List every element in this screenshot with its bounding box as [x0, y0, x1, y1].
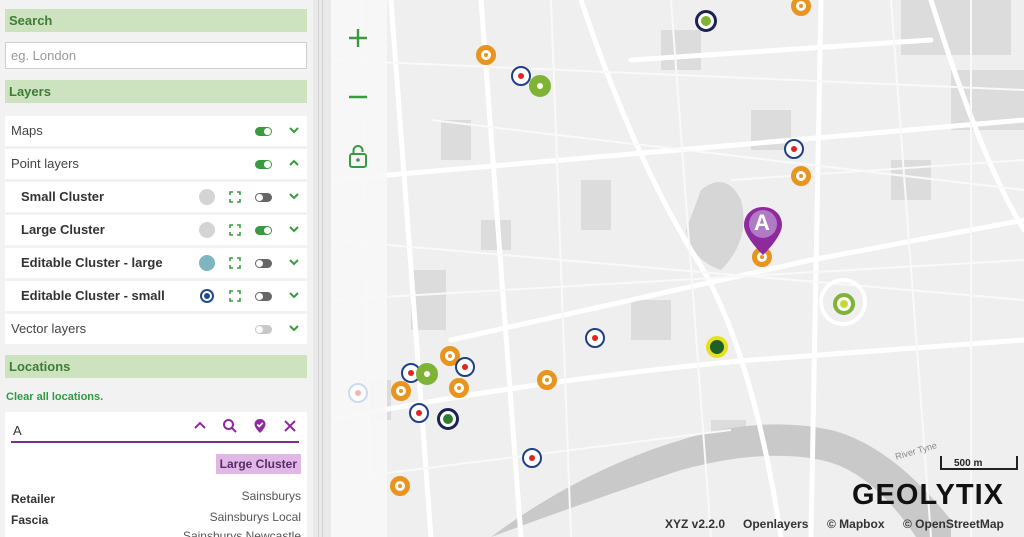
- map-marker-target[interactable]: [409, 403, 429, 423]
- layer-row-large-cluster[interactable]: Large Cluster: [5, 215, 307, 245]
- scale-label: 500 m: [954, 458, 983, 469]
- brand-logo: GEOLYTIX: [852, 479, 1004, 511]
- map-marker-yellow[interactable]: [706, 336, 728, 358]
- layer-row-vector-layers[interactable]: Vector layers: [5, 314, 307, 344]
- clear-locations-link[interactable]: Clear all locations.: [6, 391, 103, 403]
- map-marker-navy[interactable]: [437, 408, 459, 430]
- field-value: Sainsburys Local: [209, 510, 301, 524]
- chevron-down-icon[interactable]: [288, 223, 300, 235]
- fullscreen-icon[interactable]: [229, 257, 241, 269]
- map-marker-green[interactable]: [529, 75, 551, 97]
- attribution-version: XYZ v2.2.0: [665, 517, 726, 531]
- attribution-link-osm[interactable]: © OpenStreetMap: [903, 517, 1004, 531]
- map-marker-target-faded[interactable]: [348, 383, 368, 403]
- close-icon[interactable]: [282, 418, 298, 434]
- chevron-down-icon[interactable]: [288, 256, 300, 268]
- chevron-down-icon[interactable]: [288, 322, 300, 334]
- map-marker-target[interactable]: [784, 139, 804, 159]
- attribution-link-mapbox[interactable]: © Mapbox: [827, 517, 885, 531]
- layer-label: Editable Cluster - large: [21, 255, 163, 270]
- field-key: Retailer: [11, 492, 56, 506]
- layer-row-editable-cluster-large[interactable]: Editable Cluster - large: [5, 248, 307, 278]
- layer-row-maps[interactable]: Maps: [5, 116, 307, 146]
- layer-label: Maps: [11, 123, 43, 138]
- search-input[interactable]: [5, 42, 307, 69]
- zoom-to-location-icon[interactable]: [222, 418, 238, 434]
- fullscreen-icon[interactable]: [229, 224, 241, 236]
- map-marker-navy[interactable]: [695, 10, 717, 32]
- layer-toggle[interactable]: [255, 193, 272, 202]
- map-marker-orange[interactable]: [476, 45, 496, 65]
- map-marker-target[interactable]: [585, 328, 605, 348]
- fullscreen-icon[interactable]: [229, 290, 241, 302]
- map-marker-green[interactable]: [833, 293, 855, 315]
- map-marker-target[interactable]: [522, 448, 542, 468]
- layer-toggle[interactable]: [255, 226, 272, 235]
- field-key: Fascia: [11, 513, 49, 527]
- field-value: Sainsburys Newcastle: [182, 529, 301, 537]
- map-marker-green[interactable]: [416, 363, 438, 385]
- layer-toggle[interactable]: [255, 259, 272, 268]
- layer-label: Editable Cluster - small: [21, 288, 165, 303]
- chevron-down-icon[interactable]: [288, 289, 300, 301]
- location-panel: Large Cluster Retailer Sainsburys Fascia…: [5, 412, 307, 537]
- layer-label: Small Cluster: [21, 189, 105, 204]
- field-value: Sainsburys: [241, 489, 301, 503]
- layers-header: Layers: [5, 80, 307, 103]
- layer-label: Vector layers: [11, 321, 87, 336]
- zoom-out-icon[interactable]: [345, 84, 371, 110]
- layer-badge: Large Cluster: [215, 454, 301, 474]
- target-dot-icon: [200, 289, 214, 303]
- map-marker-orange[interactable]: [791, 166, 811, 186]
- layer-toggle[interactable]: [255, 127, 272, 136]
- layer-label: Point layers: [11, 156, 79, 171]
- panel-resize-handle[interactable]: [313, 0, 331, 537]
- style-dot-icon: [199, 255, 215, 271]
- layer-toggle[interactable]: [255, 160, 272, 169]
- layer-toggle[interactable]: [255, 325, 272, 334]
- map-marker-orange[interactable]: [537, 370, 557, 390]
- layer-row-point-layers[interactable]: Point layers: [5, 149, 307, 179]
- style-dot-icon: [199, 189, 215, 205]
- map-marker-orange[interactable]: [390, 476, 410, 496]
- map-marker-orange[interactable]: [391, 381, 411, 401]
- chevron-up-icon[interactable]: [192, 418, 208, 434]
- map-basemap: [331, 0, 1024, 537]
- attribution-link-openlayers[interactable]: Openlayers: [743, 517, 808, 531]
- map-canvas[interactable]: River Tyne: [331, 0, 1024, 537]
- lock-icon[interactable]: [345, 143, 371, 169]
- layer-row-small-cluster[interactable]: Small Cluster: [5, 182, 307, 212]
- locations-header: Locations: [5, 355, 307, 378]
- sidebar: Search Layers Maps Point layers Small Cl…: [0, 0, 313, 537]
- chevron-down-icon[interactable]: [288, 190, 300, 202]
- location-pin-check-icon[interactable]: [252, 418, 268, 434]
- search-header: Search: [5, 9, 307, 32]
- map-marker-target[interactable]: [511, 66, 531, 86]
- layer-label: Large Cluster: [21, 222, 105, 237]
- location-pin-label: A: [754, 210, 770, 235]
- map-marker-target[interactable]: [455, 357, 475, 377]
- layer-row-editable-cluster-small[interactable]: Editable Cluster - small: [5, 281, 307, 311]
- chevron-up-icon[interactable]: [288, 157, 300, 169]
- style-dot-icon: [199, 222, 215, 238]
- map-controls: [331, 0, 387, 537]
- map-marker-orange[interactable]: [449, 378, 469, 398]
- fullscreen-icon[interactable]: [229, 191, 241, 203]
- layer-toggle[interactable]: [255, 292, 272, 301]
- chevron-down-icon[interactable]: [288, 124, 300, 136]
- zoom-in-icon[interactable]: [345, 25, 371, 51]
